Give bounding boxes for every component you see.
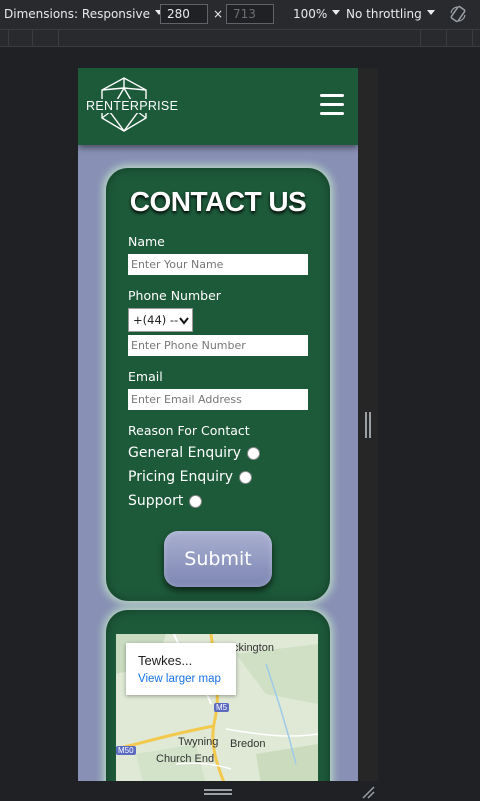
map-place-label: Twyning xyxy=(178,736,219,748)
road-m50-badge: M50 xyxy=(116,746,136,755)
reason-option-general[interactable]: General Enquiry xyxy=(128,445,261,461)
map-popup-title: Tewkes... xyxy=(138,653,193,668)
chevron-down-icon xyxy=(332,10,341,15)
contact-form-card: CONTACT US Name Phone Number +(44) -- Em… xyxy=(106,168,330,601)
reason-option-label: Support xyxy=(128,493,184,509)
radio-button[interactable] xyxy=(189,494,203,508)
chevron-down-icon xyxy=(426,10,435,15)
resize-handle-right[interactable] xyxy=(365,412,371,438)
email-input[interactable] xyxy=(128,389,308,410)
view-larger-map-link[interactable]: View larger map xyxy=(138,673,221,685)
map-place-label: Bredon xyxy=(230,738,266,750)
radio-button[interactable] xyxy=(247,446,261,460)
email-label: Email xyxy=(128,369,163,384)
map-card: ckington Twyning Bredon Church End M5 M5… xyxy=(106,610,330,781)
map-place-label: Church End xyxy=(156,753,215,765)
name-label: Name xyxy=(128,234,165,249)
reason-option-label: General Enquiry xyxy=(128,445,242,461)
chevron-down-icon xyxy=(179,317,189,325)
phone-input[interactable] xyxy=(128,335,308,356)
devtools-toolbar: Dimensions: Responsive × 100% No throttl… xyxy=(0,0,480,30)
times-symbol: × xyxy=(213,7,224,21)
reason-option-label: Pricing Enquiry xyxy=(128,469,234,485)
dimensions-dropdown[interactable]: Dimensions: Responsive xyxy=(4,0,163,29)
resize-corner-icon[interactable] xyxy=(361,785,375,799)
logo-text: RENTERPRISE xyxy=(86,99,179,113)
media-query-bar[interactable] xyxy=(0,30,480,47)
logo[interactable]: RENTERPRISE xyxy=(86,76,179,134)
name-input[interactable] xyxy=(128,254,308,275)
phone-label: Phone Number xyxy=(128,288,221,303)
country-code-value: +(44) -- xyxy=(133,313,179,327)
submit-button[interactable]: Submit xyxy=(164,531,272,587)
zoom-label: 100% xyxy=(293,7,328,21)
map-info-popup: Tewkes... View larger map xyxy=(126,643,236,695)
zoom-dropdown[interactable]: 100% xyxy=(293,0,341,29)
reason-label: Reason For Contact xyxy=(128,423,250,438)
width-input[interactable] xyxy=(160,4,208,24)
rotate-icon[interactable] xyxy=(448,4,468,24)
height-input[interactable] xyxy=(226,4,274,24)
radio-button[interactable] xyxy=(239,470,253,484)
reason-option-support[interactable]: Support xyxy=(128,493,203,509)
resize-handle-bottom[interactable] xyxy=(204,789,232,795)
contact-title: CONTACT US xyxy=(129,186,307,217)
country-code-select[interactable]: +(44) -- xyxy=(128,308,193,332)
map-place-label: ckington xyxy=(233,642,274,654)
dimensions-label: Dimensions: Responsive xyxy=(4,7,150,21)
road-m5-badge: M5 xyxy=(214,703,230,712)
throttling-dropdown[interactable]: No throttling xyxy=(346,0,435,29)
emulated-page: RENTERPRISE CONTACT US Name Phone Number… xyxy=(78,68,358,781)
reason-option-pricing[interactable]: Pricing Enquiry xyxy=(128,469,253,485)
throttling-label: No throttling xyxy=(346,7,422,21)
embedded-map[interactable]: ckington Twyning Bredon Church End M5 M5… xyxy=(116,634,318,781)
hamburger-menu-icon[interactable] xyxy=(320,94,344,116)
site-header: RENTERPRISE xyxy=(78,68,358,145)
